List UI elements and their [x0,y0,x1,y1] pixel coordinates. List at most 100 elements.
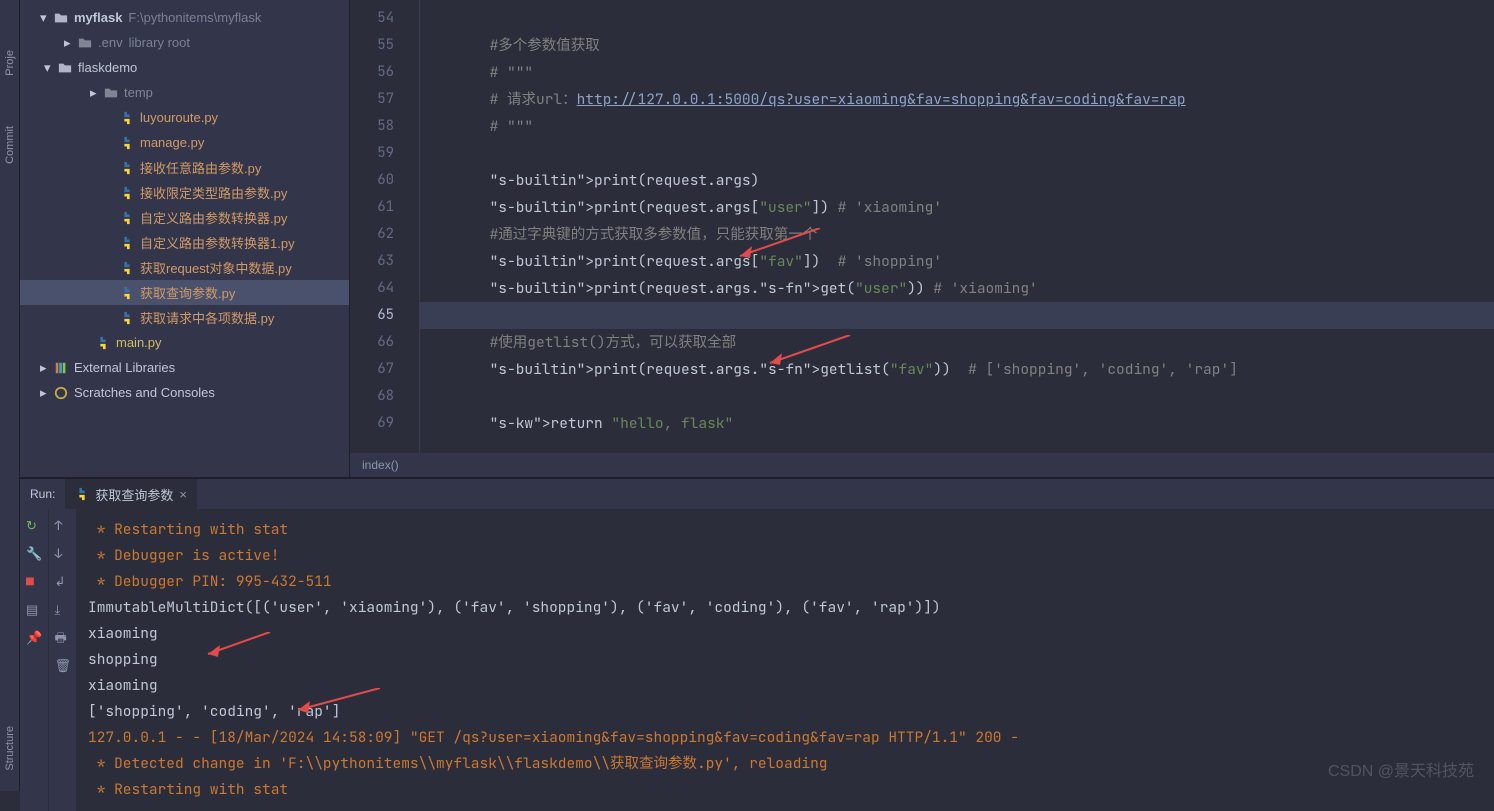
chevron-down-icon: ▾ [40,10,54,26]
code-line[interactable] [420,5,1494,32]
breadcrumb[interactable]: index() [350,453,1494,477]
code-line[interactable]: # """ [420,59,1494,86]
console-line: ImmutableMultiDict([('user', 'xiaoming')… [88,595,1482,621]
rerun-icon[interactable]: ↻ [26,517,42,533]
folder-icon [104,86,118,100]
tree-label: 获取请求中各项数据.py [140,308,274,327]
chevron-right-icon: ▸ [90,85,104,101]
tree-label: 获取request对象中数据.py [140,258,292,277]
tree-label: 接收限定类型路由参数.py [140,183,287,202]
python-file-icon [120,311,134,325]
code-line[interactable]: "s-builtin">print(request.args) [420,167,1494,194]
run-tab-name: 获取查询参数 [95,485,173,504]
tree-file[interactable]: 接收限定类型路由参数.py [20,180,349,205]
down-icon[interactable]: ↓ [55,545,71,561]
code-line[interactable]: #通过字典键的方式获取多参数值，只能获取第一个 [420,221,1494,248]
code-line[interactable]: #多个参数值获取 [420,32,1494,59]
close-icon[interactable]: × [179,487,187,502]
tree-file[interactable]: 获取请求中各项数据.py [20,305,349,330]
python-file-icon [120,236,134,250]
left-toolbar: Proje Commit Structure [0,0,20,791]
tree-folder-temp[interactable]: ▸ temp [20,80,349,105]
tree-label: luyouroute.py [140,110,218,125]
folder-icon [54,11,68,25]
code-line[interactable]: "s-builtin">print(request.args["user"]) … [420,194,1494,221]
tree-root[interactable]: ▾ myflask F:\pythonitems\myflask [20,5,349,30]
python-file-icon [120,161,134,175]
up-icon[interactable]: ↑ [55,517,71,533]
wrap-icon[interactable]: ↲ [55,573,71,589]
tab-structure[interactable]: Structure [4,726,16,771]
code-line[interactable]: "s-builtin">print(request.args."s-fn">ge… [420,275,1494,302]
run-toolbar-left: ↻ 🔧 ■ ▤ 📌 [20,509,48,811]
code-line[interactable]: #使用getlist()方式，可以获取全部 [420,329,1494,356]
tree-file[interactable]: 自定义路由参数转换器.py [20,205,349,230]
tree-file[interactable]: manage.py [20,130,349,155]
chevron-right-icon: ▸ [40,385,54,401]
console-line: xiaoming [88,621,1482,647]
scroll-end-icon[interactable]: ⤓ [55,601,71,617]
project-tree[interactable]: ▾ myflask F:\pythonitems\myflask ▸ .env … [20,0,350,477]
code-line[interactable]: "s-builtin">print(request.args."s-fn">ge… [420,356,1494,383]
run-panel-header: Run: 获取查询参数 × [20,479,1494,509]
tree-file[interactable]: 获取查询参数.py [20,280,349,305]
python-file-icon [120,111,134,125]
folder-icon [78,36,92,50]
tree-file[interactable]: 自定义路由参数转换器1.py [20,230,349,255]
python-file-icon [75,487,89,501]
trash-icon[interactable]: 🗑 [55,657,71,673]
run-panel: Run: 获取查询参数 × ↻ 🔧 ■ ▤ 📌 ↑ ↓ [20,477,1494,791]
tree-scratches[interactable]: ▸ Scratches and Consoles [20,380,349,405]
print-icon[interactable]: 🖶 [55,629,71,645]
project-path: F:\pythonitems\myflask [128,10,261,25]
stop-icon[interactable]: ■ [26,573,42,589]
tree-label: temp [124,85,153,100]
chevron-right-icon: ▸ [40,360,54,376]
code-line[interactable]: # 请求url：http://127.0.0.1:5000/qs?user=xi… [420,86,1494,113]
console-line: * Restarting with stat [88,777,1482,803]
code-line[interactable]: # """ [420,113,1494,140]
tree-file-main[interactable]: main.py [20,330,349,355]
code-line[interactable]: "s-kw">return "hello, flask" [420,410,1494,437]
tree-label: 接收任意路由参数.py [140,158,261,177]
wrench-icon[interactable]: 🔧 [26,545,42,561]
run-toolbar-right: ↑ ↓ ↲ ⤓ 🖶 🗑 [48,509,76,811]
tree-label: 自定义路由参数转换器1.py [140,233,295,252]
console-line: * Detected change in 'F:\\pythonitems\\m… [88,751,1482,777]
code-line[interactable] [420,302,1494,329]
run-tab[interactable]: 获取查询参数 × [65,479,197,509]
code-line[interactable] [420,140,1494,167]
tree-label: manage.py [140,135,204,150]
code-editor[interactable]: 54555657585960616263646566676869 #多个参数值获… [350,0,1494,477]
console-line: * Debugger PIN: 995-432-511 [88,569,1482,595]
tree-label: flaskdemo [78,60,137,75]
tree-external-libs[interactable]: ▸ External Libraries [20,355,349,380]
chevron-right-icon: ▸ [64,35,78,51]
tree-folder-flaskdemo[interactable]: ▾ flaskdemo [20,55,349,80]
console-line: xiaoming [88,673,1482,699]
tree-tag: library root [129,35,190,50]
tree-env[interactable]: ▸ .env library root [20,30,349,55]
scratches-icon [54,386,68,400]
layout-icon[interactable]: ▤ [26,601,42,617]
console-line: ['shopping', 'coding', 'rap'] [88,699,1482,725]
tree-label: main.py [116,335,162,350]
tree-file[interactable]: 获取request对象中数据.py [20,255,349,280]
python-file-icon [120,136,134,150]
python-file-icon [120,286,134,300]
console-line: shopping [88,647,1482,673]
tree-file[interactable]: luyouroute.py [20,105,349,130]
code-lines[interactable]: #多个参数值获取 # """ # 请求url：http://127.0.0.1:… [420,0,1494,453]
code-line[interactable] [420,383,1494,410]
console-output[interactable]: * Restarting with stat * Debugger is act… [76,509,1494,811]
tree-file[interactable]: 接收任意路由参数.py [20,155,349,180]
tree-label: External Libraries [74,360,175,375]
pin-icon[interactable]: 📌 [26,629,42,645]
python-file-icon [120,186,134,200]
tree-label: .env [98,35,123,50]
tab-project[interactable]: Proje [4,50,16,76]
python-file-icon [96,336,110,350]
run-label: Run: [20,487,65,501]
tab-commit[interactable]: Commit [4,126,16,164]
code-line[interactable]: "s-builtin">print(request.args["fav"]) #… [420,248,1494,275]
